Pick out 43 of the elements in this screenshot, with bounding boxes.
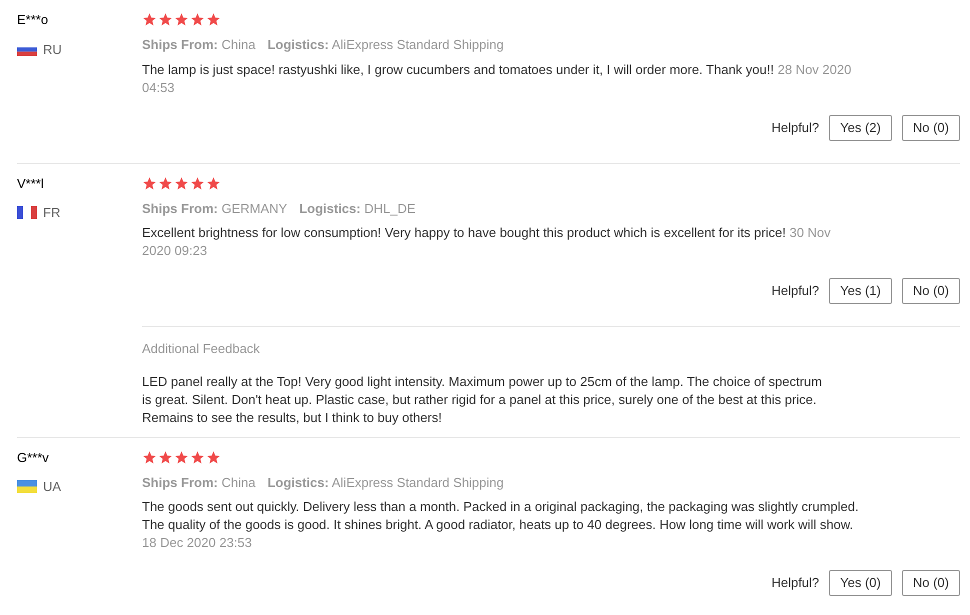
- helpful-label: Helpful?: [771, 282, 820, 300]
- reviewer-name: V***l: [17, 174, 45, 192]
- star-icon: [158, 450, 173, 464]
- no-button[interactable]: No (0): [902, 114, 960, 140]
- star-icon: [158, 176, 173, 190]
- additional-feedback-text: LED panel really at the Top! Very good light intensity. Maximum power up to 25cm of the lamp. The choice of spectrum is great. Silent. Don't heat up. Plastic case, but rather rigid for a panel at this price, surely one of the best at this price. Remains to see the results, but I think to buy others!: [142, 372, 822, 426]
- ships-from: Ships From: China: [142, 36, 256, 54]
- country-code: FR: [43, 204, 60, 222]
- ships-from: Ships From: China: [142, 474, 256, 492]
- flag-icon: [17, 480, 37, 494]
- star-icon: [206, 176, 221, 190]
- star-icon: [174, 12, 189, 27]
- helpful-label: Helpful?: [771, 574, 820, 592]
- star-icon: [174, 450, 189, 464]
- star-icon: [206, 12, 221, 27]
- star-icon: [190, 176, 205, 190]
- helpful-label: Helpful?: [771, 118, 820, 137]
- reviewer-name: E***o: [17, 11, 50, 29]
- yes-button[interactable]: Yes (2): [829, 114, 892, 140]
- star-icon: [142, 12, 157, 27]
- yes-button[interactable]: Yes (1): [829, 278, 892, 304]
- star-icon: [190, 12, 205, 27]
- star-icon: [142, 176, 157, 190]
- star-icon: [174, 176, 189, 190]
- country-code: RU: [43, 40, 62, 58]
- yes-button[interactable]: Yes (0): [829, 570, 892, 596]
- logistics: Logistics: AliExpress Standard Shipping: [267, 36, 504, 54]
- ships-from: Ships From: GERMANY: [142, 200, 288, 218]
- no-button[interactable]: No (0): [902, 570, 960, 596]
- reviewer-name: G***v: [17, 448, 50, 466]
- country-code: UA: [43, 478, 62, 496]
- star-icon: [142, 450, 157, 464]
- logistics: Logistics: AliExpress Standard Shipping: [267, 474, 504, 492]
- review-text: The lamp is just space! rastyushki like, I grow cucumbers and tomatoes under it, I will order more. Thank you!! 28 Nov 2020 04:53: [142, 60, 852, 96]
- additional-feedback-title: Additional Feedback: [142, 340, 261, 358]
- review-text: Excellent brightness for low consumption! Very happy to have bought this product which is excellent for its price! 30 Nov 2020 09:23: [142, 224, 832, 260]
- no-button[interactable]: No (0): [902, 278, 960, 304]
- flag-icon: [17, 206, 37, 220]
- logistics: Logistics: DHL_DE: [299, 200, 416, 218]
- star-icon: [190, 450, 205, 464]
- star-icon: [158, 12, 173, 27]
- review-text: The goods sent out quickly. Delivery less than a month. Packed in a original packaging, the packaging was slightly crumpled. The quality of the goods is good. It shines bright. A good radiator, heats up to 40 degrees. How long time will work will show. 18 Dec 2020 23:53: [142, 498, 860, 552]
- star-icon: [206, 450, 221, 464]
